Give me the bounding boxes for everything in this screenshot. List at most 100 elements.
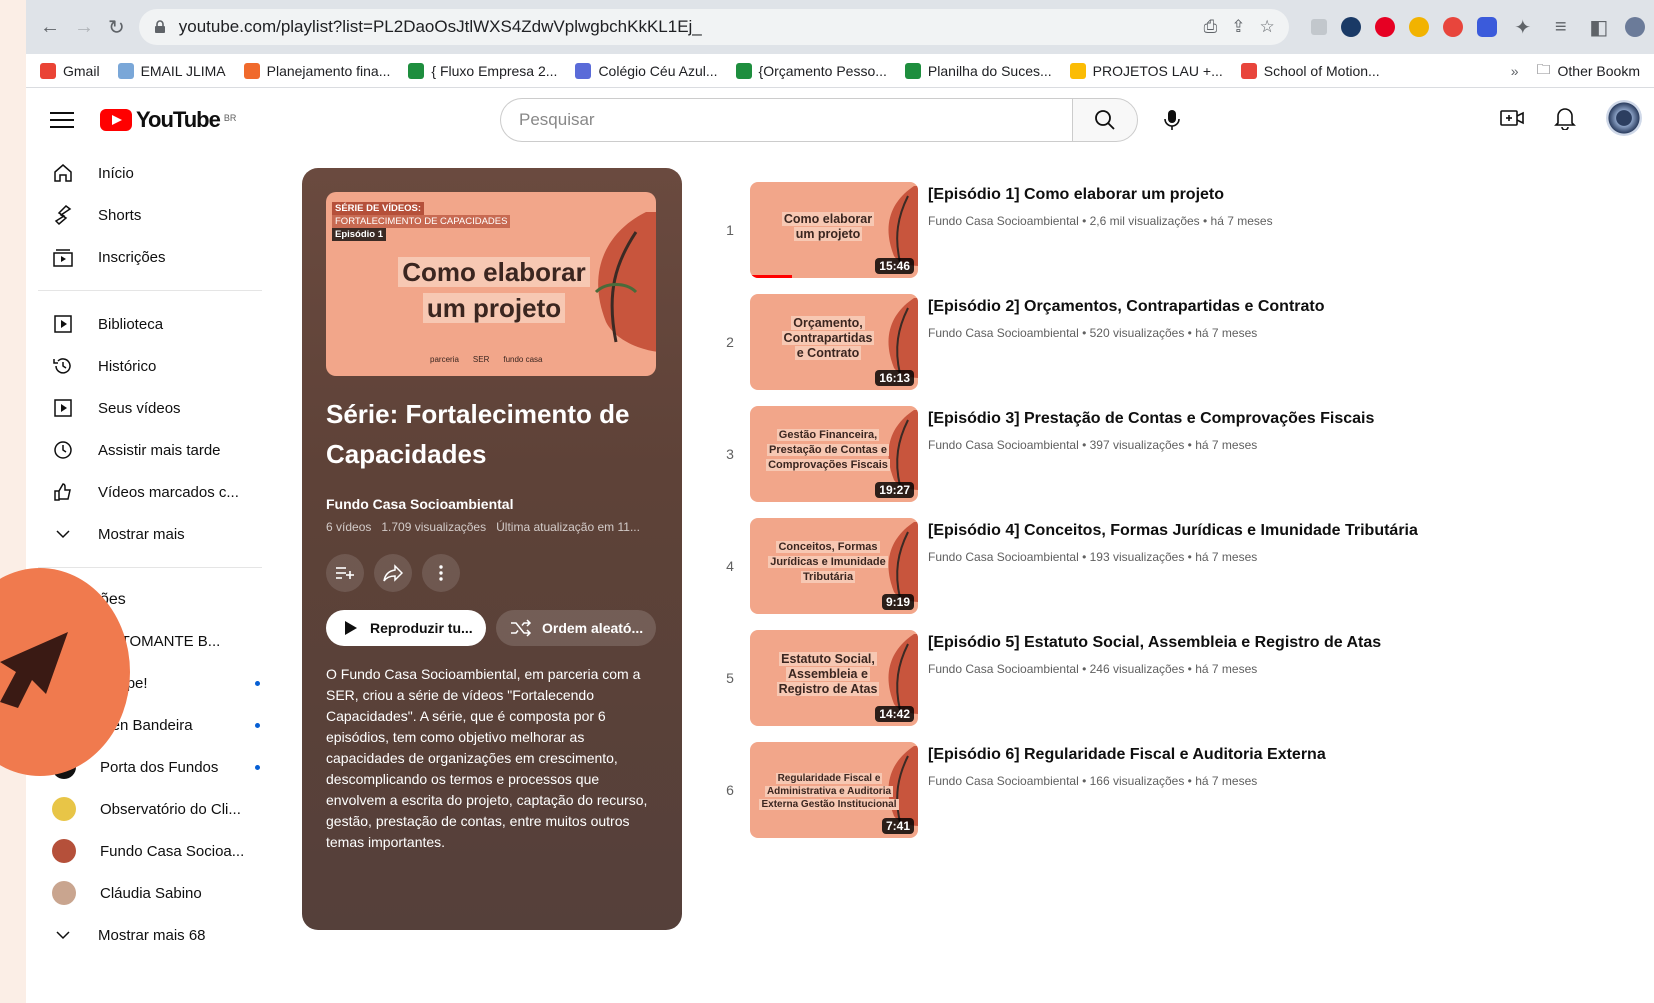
- search-icon: [1095, 110, 1115, 130]
- video-thumbnail[interactable]: Conceitos, Formas Jurídicas e Imunidade Tr…: [750, 518, 918, 614]
- sidebar-item-label: Vídeos marcados c...: [98, 483, 239, 501]
- video-thumbnail[interactable]: Como elaborar um projeto 15:46: [750, 182, 918, 278]
- video-index: 5: [726, 670, 734, 686]
- sidebar-item[interactable]: Seus vídeos: [26, 387, 286, 429]
- search-input[interactable]: [500, 98, 1072, 142]
- sidebar-item[interactable]: Inscrições: [26, 236, 286, 278]
- playlist-video-row[interactable]: 5 Estatuto Social, Assembleia e Registro de…: [716, 630, 1636, 742]
- youtube-logo[interactable]: YouTube BR: [100, 107, 236, 133]
- sidebar-item[interactable]: Biblioteca: [26, 303, 286, 345]
- shuffle-label: Ordem aleató...: [542, 620, 644, 636]
- show-more-subscriptions[interactable]: Mostrar mais 68: [26, 914, 286, 956]
- video-count: 6 vídeos: [326, 520, 372, 534]
- puzzle-icon[interactable]: ✦: [1511, 15, 1535, 39]
- pinterest-icon[interactable]: [1374, 17, 1395, 37]
- video-title[interactable]: [Episódio 6] Regularidade Fiscal e Audit…: [928, 744, 1326, 766]
- video-thumbnail[interactable]: Estatuto Social, Assembleia e Registro de …: [750, 630, 918, 726]
- sidebar-item[interactable]: Início: [26, 152, 286, 194]
- sidepanel-icon[interactable]: ◧: [1587, 15, 1611, 39]
- thumb-title-line: Contrapartidas: [781, 331, 875, 345]
- thumb-tag-program: FORTALECIMENTO DE CAPACIDADES: [332, 215, 511, 228]
- bookmark-label: School of Motion...: [1263, 62, 1380, 79]
- install-icon[interactable]: ⎙: [1204, 17, 1218, 37]
- voice-search-button[interactable]: [1152, 100, 1192, 140]
- search-button[interactable]: [1072, 98, 1138, 142]
- extension-icon[interactable]: [1476, 17, 1497, 37]
- bookmarks-more-button[interactable]: »: [1511, 63, 1519, 79]
- menu-icon[interactable]: [50, 112, 74, 128]
- microphone-icon: [1164, 110, 1180, 130]
- playlist-video-row[interactable]: 3 Gestão Financeira, Prestação de Contas e…: [716, 406, 1636, 518]
- reading-list-icon[interactable]: ≡: [1549, 15, 1573, 39]
- forward-icon[interactable]: →: [74, 15, 94, 39]
- thumb-title-line: Estatuto Social,: [779, 652, 877, 666]
- play-all-button[interactable]: Reproduzir tu...: [326, 610, 486, 646]
- bookmark-favicon-icon: [735, 62, 752, 79]
- share-button[interactable]: [374, 554, 412, 592]
- video-info: [Episódio 5] Estatuto Social, Assembleia…: [928, 632, 1381, 676]
- bookmark-item[interactable]: EMAIL JLIMA: [117, 62, 226, 79]
- bookmark-label: Planilha do Suces...: [927, 62, 1052, 79]
- sidebar-item[interactable]: Assistir mais tarde: [26, 429, 286, 471]
- back-icon[interactable]: ←: [40, 15, 60, 39]
- subscription-channel[interactable]: Fundo Casa Socioa...: [26, 830, 286, 872]
- sidebar-item[interactable]: Mostrar mais: [26, 513, 286, 555]
- video-thumbnail[interactable]: Orçamento, Contrapartidas e Contrato 16:13: [750, 294, 918, 390]
- playlist-stats: 6 vídeos 1.709 visualizações Última atua…: [326, 520, 658, 534]
- bookmark-item[interactable]: PROJETOS LAU +...: [1069, 62, 1223, 79]
- sidebar-item[interactable]: Shorts: [26, 194, 286, 236]
- playlist-thumbnail[interactable]: SÉRIE DE VÍDEOS: FORTALECIMENTO DE CAPAC…: [326, 192, 656, 376]
- folder-icon: 🗀: [1536, 60, 1551, 77]
- bookmark-item[interactable]: Planejamento fina...: [243, 62, 390, 79]
- video-title[interactable]: [Episódio 1] Como elaborar um projeto: [928, 184, 1273, 206]
- bookmark-label: Gmail: [63, 62, 100, 79]
- playlist-video-row[interactable]: 2 Orçamento, Contrapartidas e Contrato 16:13…: [716, 294, 1636, 406]
- channel-avatar: [52, 839, 76, 863]
- subscription-channel[interactable]: Cláudia Sabino: [26, 872, 286, 914]
- watch-later-icon: [52, 439, 74, 461]
- account-avatar[interactable]: [1606, 100, 1642, 136]
- sidebar: Início Shorts Inscrições Biblioteca Históric…: [26, 152, 286, 956]
- bookmark-item[interactable]: { Fluxo Empresa 2...: [408, 62, 557, 79]
- share-icon[interactable]: ⇪: [1231, 17, 1245, 37]
- star-icon[interactable]: ☆: [1260, 17, 1275, 37]
- bookmarks-bar: Gmail EMAIL JLIMA Planejamento fina... { Fl…: [26, 54, 1654, 88]
- sidebar-item[interactable]: Histórico: [26, 345, 286, 387]
- bookmark-item[interactable]: School of Motion...: [1240, 62, 1380, 79]
- sidebar-item[interactable]: Vídeos marcados c...: [26, 471, 286, 513]
- playlist-video-row[interactable]: 4 Conceitos, Formas Jurídicas e Imunidade T…: [716, 518, 1636, 630]
- bookmark-item[interactable]: Gmail: [40, 62, 100, 79]
- video-title[interactable]: [Episódio 3] Prestação de Contas e Compr…: [928, 408, 1374, 430]
- video-title[interactable]: [Episódio 2] Orçamentos, Contrapartidas …: [928, 296, 1325, 318]
- adblock-icon[interactable]: [1442, 17, 1463, 37]
- bookmark-item[interactable]: Colégio Céu Azul...: [575, 62, 718, 79]
- subscription-channel[interactable]: Observatório do Cli...: [26, 788, 286, 830]
- playlist-video-row[interactable]: 6 Regularidade Fiscal e Administrativa e A…: [716, 742, 1636, 854]
- video-thumbnail[interactable]: Regularidade Fiscal e Administrativa e Au…: [750, 742, 918, 838]
- save-playlist-button[interactable]: [326, 554, 364, 592]
- shuffle-button[interactable]: Ordem aleató...: [496, 610, 656, 646]
- url-field[interactable]: youtube.com/playlist?list=PL2DaoOsJtlWXS…: [138, 9, 1289, 45]
- play-icon: [345, 621, 357, 635]
- notifications-bell-icon[interactable]: [1554, 106, 1576, 130]
- reload-icon[interactable]: ↻: [108, 15, 125, 39]
- extension-icon[interactable]: [1310, 19, 1327, 35]
- video-duration: 16:13: [875, 370, 914, 386]
- video-title[interactable]: [Episódio 5] Estatuto Social, Assembleia…: [928, 632, 1381, 654]
- channel-name: Porta dos Fundos: [100, 758, 219, 776]
- playlist-author[interactable]: Fundo Casa Socioambiental: [326, 496, 658, 512]
- video-title[interactable]: [Episódio 4] Conceitos, Formas Jurídicas…: [928, 520, 1418, 542]
- bookmark-item[interactable]: {Orçamento Pesso...: [735, 62, 887, 79]
- extension-icon[interactable]: [1340, 17, 1361, 37]
- more-actions-button[interactable]: [422, 554, 460, 592]
- video-thumbnail[interactable]: Gestão Financeira, Prestação de Contas e C…: [750, 406, 918, 502]
- playlist-video-row[interactable]: 1 Como elaborar um projeto 15:46 [Episódio 1…: [716, 182, 1636, 294]
- other-bookmarks-folder[interactable]: 🗀 Other Bookm: [1537, 59, 1640, 83]
- bookmark-item[interactable]: Planilha do Suces...: [904, 62, 1052, 79]
- address-bar: ← → ↻ youtube.com/playlist?list=PL2DaoOs…: [26, 0, 1654, 54]
- profile-icon[interactable]: [1624, 17, 1645, 37]
- bookmark-label: {Orçamento Pesso...: [758, 62, 887, 79]
- create-video-icon[interactable]: [1500, 108, 1524, 128]
- bookmark-label: EMAIL JLIMA: [140, 62, 226, 79]
- extension-icon[interactable]: [1408, 17, 1429, 37]
